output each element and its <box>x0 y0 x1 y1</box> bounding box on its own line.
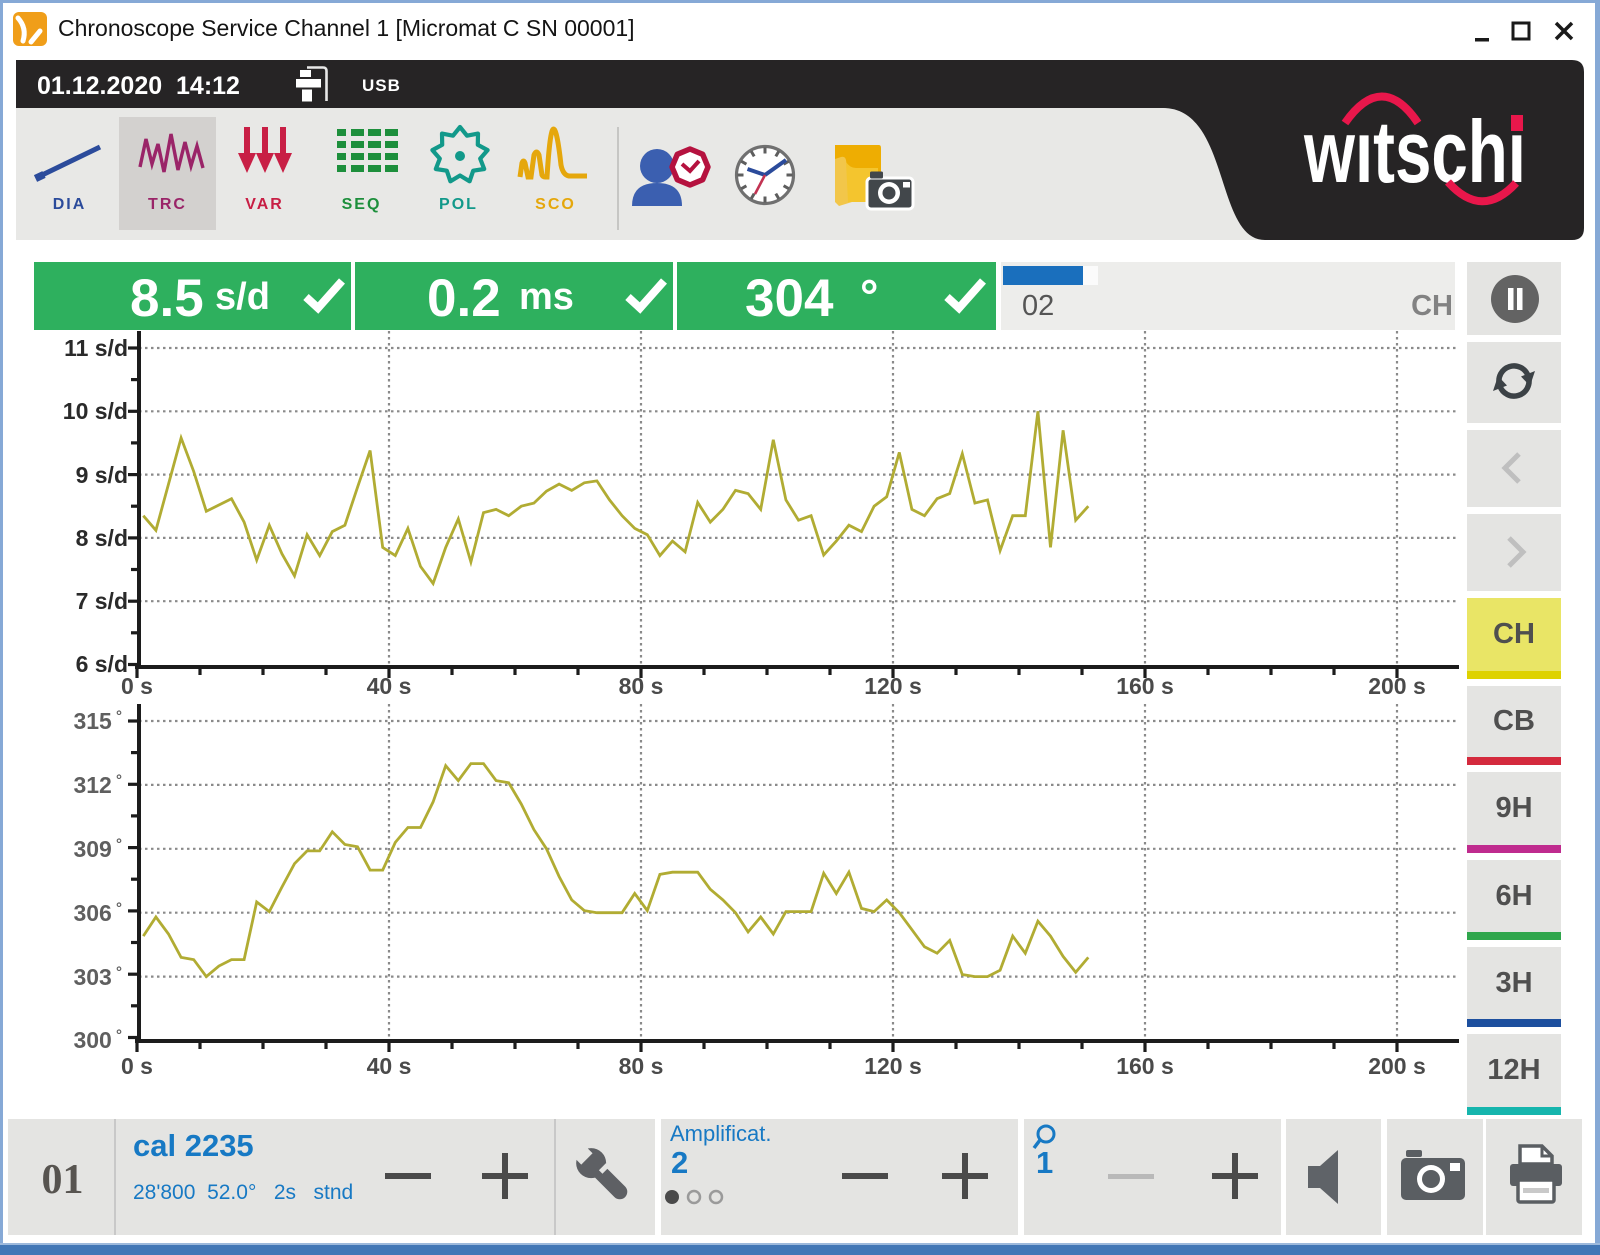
svg-text:120 s: 120 s <box>864 1053 922 1079</box>
svg-text:309 °: 309 ° <box>73 836 122 862</box>
svg-text:303 °: 303 ° <box>73 964 122 990</box>
svg-text:10 s/d: 10 s/d <box>63 398 128 424</box>
svg-text:0 s: 0 s <box>121 1053 153 1079</box>
svg-text:300 °: 300 ° <box>73 1027 122 1053</box>
svg-text:7 s/d: 7 s/d <box>76 588 128 614</box>
svg-text:80 s: 80 s <box>619 673 664 699</box>
svg-text:40 s: 40 s <box>367 1053 412 1079</box>
svg-text:200 s: 200 s <box>1368 673 1426 699</box>
svg-text:160 s: 160 s <box>1116 1053 1174 1079</box>
svg-text:6 s/d: 6 s/d <box>76 651 128 677</box>
svg-text:160 s: 160 s <box>1116 673 1174 699</box>
svg-text:9 s/d: 9 s/d <box>76 462 128 488</box>
svg-text:11 s/d: 11 s/d <box>64 335 128 361</box>
svg-text:80 s: 80 s <box>619 1053 664 1079</box>
svg-text:8 s/d: 8 s/d <box>76 525 128 551</box>
svg-text:312 °: 312 ° <box>73 772 122 798</box>
svg-text:40 s: 40 s <box>367 673 412 699</box>
svg-text:200 s: 200 s <box>1368 1053 1426 1079</box>
svg-text:315 °: 315 ° <box>73 708 122 734</box>
svg-text:306 °: 306 ° <box>73 900 122 926</box>
svg-text:120 s: 120 s <box>864 673 922 699</box>
